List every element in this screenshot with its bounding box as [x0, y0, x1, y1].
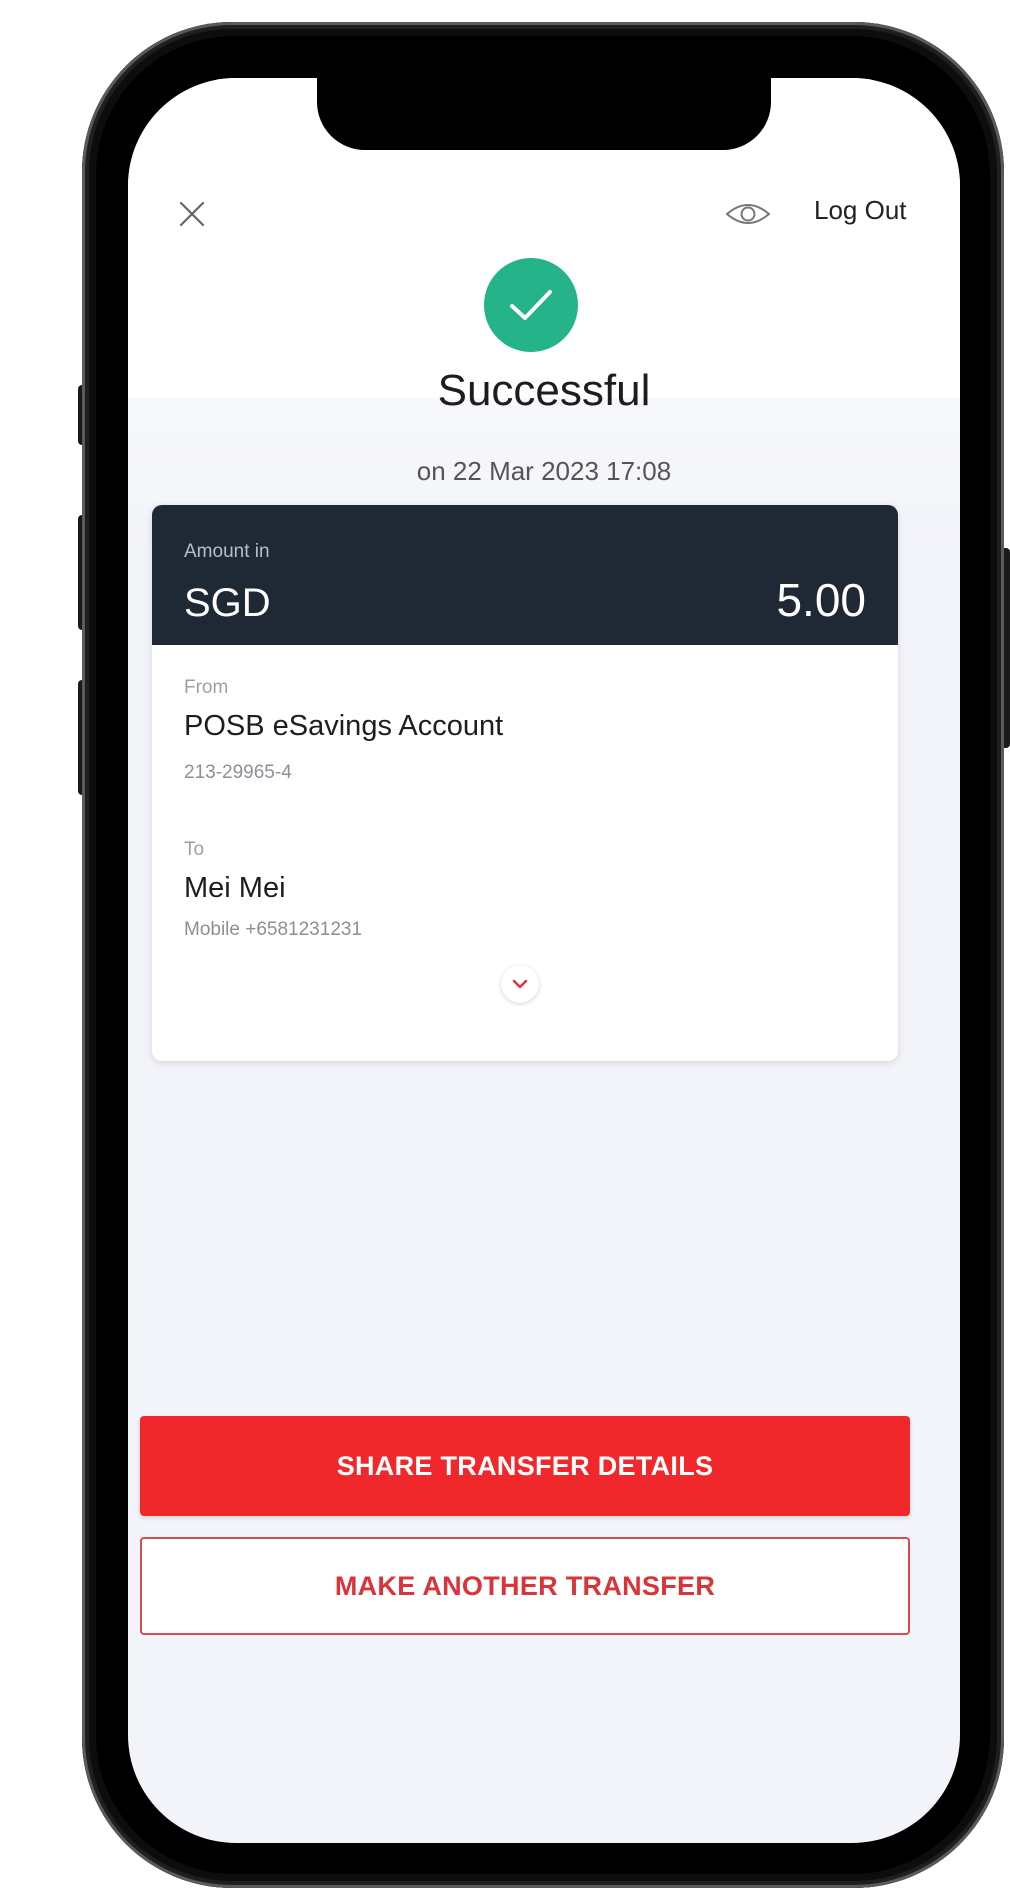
from-account-number: 213-29965-4: [184, 762, 292, 783]
status-title: Successful: [437, 366, 651, 415]
amount-label: Amount in: [184, 541, 270, 562]
make-another-transfer-button[interactable]: MAKE ANOTHER TRANSFER: [140, 1537, 910, 1635]
to-label: To: [184, 839, 205, 860]
close-icon[interactable]: [176, 198, 208, 230]
eye-icon[interactable]: [724, 199, 772, 229]
phone-notch: [317, 78, 771, 150]
currency: SGD: [184, 581, 271, 625]
app-screen: Log Out Successful on 22 Mar 2023 17:08 …: [128, 78, 960, 1843]
amount-value: 5.00: [776, 574, 866, 626]
phone-mockup: Log Out Successful on 22 Mar 2023 17:08 …: [0, 0, 1010, 1896]
from-label: From: [184, 677, 229, 698]
logout-link[interactable]: Log Out: [814, 195, 907, 226]
recipient-name: Mei Mei: [184, 872, 286, 904]
expand-details-button[interactable]: [501, 965, 539, 1003]
recipient-detail: Mobile +6581231231: [184, 919, 363, 940]
amount-header: Amount in SGD 5.00: [152, 505, 898, 645]
status-date: on 22 Mar 2023 17:08: [416, 456, 672, 486]
transfer-summary-card: Amount in SGD 5.00 From POSB eSavings Ac…: [152, 505, 898, 1061]
chevron-down-icon: [512, 979, 528, 989]
check-circle-icon: [484, 258, 578, 352]
share-transfer-details-button[interactable]: SHARE TRANSFER DETAILS: [140, 1416, 910, 1516]
from-account-name: POSB eSavings Account: [184, 710, 504, 742]
